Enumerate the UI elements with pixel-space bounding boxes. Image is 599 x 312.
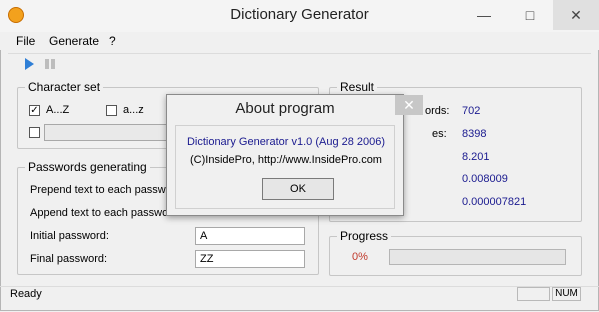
initial-label: Initial password: xyxy=(30,230,109,242)
status-panel-empty xyxy=(517,287,550,301)
custom-charset-input[interactable] xyxy=(44,124,168,141)
about-dialog: About program ✕ Dictionary Generator v1.… xyxy=(166,94,423,216)
passwords-title: Passwords generating xyxy=(25,160,150,174)
about-title: About program xyxy=(235,100,335,117)
final-password-input[interactable]: ZZ xyxy=(195,250,305,268)
result-row2-value: 8398 xyxy=(462,128,487,140)
status-num: NUM xyxy=(552,287,581,301)
upper-label: A...Z xyxy=(46,104,70,116)
toolbar xyxy=(8,53,591,76)
result-title: Result xyxy=(337,80,378,94)
about-line2: (C)InsidePro, http://www.InsidePro.com xyxy=(190,154,382,166)
status-text: Ready xyxy=(10,288,42,300)
about-body: Dictionary Generator v1.0 (Aug 28 2006) … xyxy=(175,125,395,209)
result-row3-value: 8.201 xyxy=(462,151,490,163)
result-row4-value: 0.008009 xyxy=(462,173,508,185)
initial-password-input[interactable]: A xyxy=(195,227,305,245)
about-ok-button[interactable]: OK xyxy=(262,178,334,200)
minimize-button[interactable]: — xyxy=(461,0,507,30)
maximize-button[interactable]: □ xyxy=(507,0,553,30)
about-close-button[interactable]: ✕ xyxy=(395,95,423,115)
pause-icon[interactable] xyxy=(42,56,58,72)
progress-title: Progress xyxy=(337,229,392,243)
custom-checkbox[interactable] xyxy=(29,127,40,138)
final-label: Final password: xyxy=(30,253,108,265)
result-row1-value: 702 xyxy=(462,105,481,117)
play-icon[interactable] xyxy=(21,56,37,72)
lower-label: a...z xyxy=(123,104,144,116)
close-button[interactable]: ✕ xyxy=(553,0,599,30)
prepend-label: Prepend text to each passwo xyxy=(30,184,172,196)
progress-percent: 0% xyxy=(352,251,368,263)
charset-title: Character set xyxy=(25,80,104,94)
status-bar xyxy=(0,286,599,312)
about-line1: Dictionary Generator v1.0 (Aug 28 2006) xyxy=(186,136,386,148)
append-label: Append text to each passwo xyxy=(30,207,169,219)
result-row5-value: 0.000007821 xyxy=(462,196,527,208)
menu-generate[interactable]: Generate xyxy=(49,34,99,48)
result-row2-label: es: xyxy=(432,128,447,140)
progress-bar xyxy=(389,249,566,265)
menu-file[interactable]: File xyxy=(16,34,35,48)
menu-help[interactable]: ? xyxy=(109,34,116,48)
lower-checkbox[interactable] xyxy=(106,105,117,116)
upper-checkbox[interactable]: ✓ xyxy=(29,105,40,116)
result-row1-label: ords: xyxy=(425,105,450,117)
